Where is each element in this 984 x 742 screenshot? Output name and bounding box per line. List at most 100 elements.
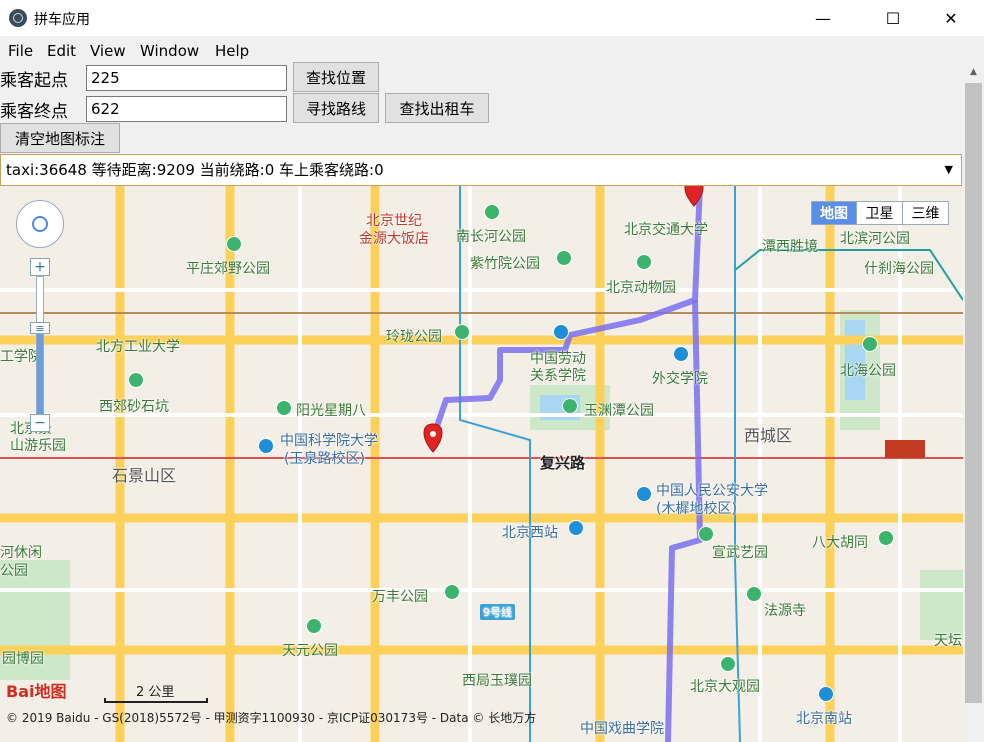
map-label: 关系学院	[530, 368, 586, 384]
start-pin	[423, 423, 443, 453]
map-label: 南长河公园	[456, 229, 526, 245]
map-type-map[interactable]: 地图	[811, 201, 857, 225]
map-label: 中国人民公安大学	[656, 483, 768, 499]
map-label: 西局玉璞园	[462, 673, 532, 689]
taxi-select[interactable]: taxi:36648 等待距离:9209 当前绕路:0 车上乘客绕路:0 ▼	[0, 154, 962, 186]
map-label: 北京南站	[796, 711, 852, 727]
map-copyright: © 2019 Baidu - GS(2018)5572号 - 甲测资字11009…	[6, 711, 537, 725]
map-label: 石景山区	[112, 466, 177, 485]
start-label: 乘客起点	[0, 71, 68, 91]
scale-bar	[104, 698, 208, 703]
map-label: 北京西站	[502, 525, 558, 541]
minimize-button[interactable]: —	[800, 0, 846, 36]
poi-icon	[226, 236, 242, 252]
map-label: 万丰公园	[372, 589, 428, 605]
title-bar: 拼车应用 — ☐ ✕	[0, 0, 984, 36]
poi-icon	[562, 398, 578, 414]
poi-icon	[720, 656, 736, 672]
poi-icon	[484, 204, 500, 220]
end-label: 乘客终点	[0, 102, 68, 122]
menu-view[interactable]: View	[90, 42, 126, 60]
map-label: 园博园	[2, 651, 44, 667]
map-label: 天元公园	[282, 643, 338, 659]
map-label: (玉泉路校区)	[284, 451, 365, 467]
menu-edit[interactable]: Edit	[47, 42, 76, 60]
poi-icon	[636, 486, 652, 502]
start-input[interactable]: 225	[86, 65, 287, 91]
map-label: 9号线	[480, 604, 515, 620]
map-label: 宣武艺园	[712, 545, 768, 561]
poi-icon	[746, 586, 762, 602]
map-label: 北京交通大学	[624, 222, 708, 238]
scroll-thumb[interactable]	[965, 83, 982, 703]
map-label: 中国戏曲学院	[580, 721, 664, 737]
map-label: 玉渊潭公园	[584, 403, 654, 419]
find-taxi-button[interactable]: 查找出租车	[385, 93, 489, 123]
map-type-satellite[interactable]: 卫星	[856, 201, 903, 225]
map-label: 天坛	[934, 633, 962, 649]
poi-icon	[862, 336, 878, 352]
poi-icon	[258, 438, 274, 454]
poi-icon	[553, 324, 569, 340]
menu-file[interactable]: File	[8, 42, 33, 60]
map-type-3d[interactable]: 三维	[902, 201, 949, 225]
poi-icon	[568, 520, 584, 536]
map-label: 北方工业大学	[96, 339, 180, 355]
end-input[interactable]: 622	[86, 96, 287, 122]
maximize-button[interactable]: ☐	[870, 0, 916, 36]
map-label: 河休闲	[0, 545, 42, 561]
map-label: 外交学院	[652, 371, 708, 387]
clear-markers-button[interactable]: 清空地图标注	[0, 123, 120, 153]
map-label: 北京动物园	[606, 280, 676, 296]
map-label: 阳光星期八	[296, 403, 366, 419]
map-label: 公园	[0, 563, 28, 579]
map-label: 中国科学院大学	[280, 433, 378, 449]
map-label: 八大胡同	[812, 535, 868, 551]
poi-icon	[276, 400, 292, 416]
zoom-handle[interactable]: ≡	[30, 322, 50, 335]
poi-icon	[556, 250, 572, 266]
vertical-scrollbar[interactable]: ▲	[963, 63, 984, 742]
find-route-button[interactable]: 寻找路线	[293, 93, 379, 123]
poi-icon	[673, 346, 689, 362]
map-label: 北海公园	[840, 363, 896, 379]
zoom-in-button[interactable]: +	[30, 258, 50, 276]
poi-icon	[698, 526, 714, 542]
map-label: 法源寺	[764, 603, 806, 619]
map-label: 什刹海公园	[864, 261, 934, 277]
map-label: 北京大观园	[690, 679, 760, 695]
palace-icon	[885, 440, 925, 458]
poi-icon	[818, 686, 834, 702]
map-label: 山游乐园	[10, 438, 66, 454]
poi-icon	[444, 584, 460, 600]
map-label: 潭西胜境	[762, 239, 818, 255]
map-label: 紫竹院公园	[470, 256, 540, 272]
poi-icon	[128, 372, 144, 388]
zoom-out-button[interactable]: −	[30, 414, 50, 432]
map-label: (木樨地校区)	[656, 501, 737, 517]
map-label: 西郊砂石坑	[99, 399, 169, 415]
map-label: 复兴路	[540, 454, 586, 472]
zoom-level-fill	[37, 332, 43, 416]
chevron-down-icon: ▼	[944, 163, 953, 176]
menu-help[interactable]: Help	[215, 42, 249, 60]
map-label: 玲珑公园	[386, 329, 442, 345]
poi-icon	[454, 324, 470, 340]
menu-bar: File Edit View Window Help	[0, 37, 984, 63]
pan-control[interactable]	[16, 200, 64, 248]
taxi-select-value: taxi:36648 等待距离:9209 当前绕路:0 车上乘客绕路:0	[6, 161, 384, 179]
menu-window[interactable]: Window	[140, 42, 199, 60]
scroll-up-icon[interactable]: ▲	[963, 63, 984, 81]
map-label: 平庄郊野公园	[186, 261, 270, 277]
poi-icon	[878, 530, 894, 546]
poi-icon	[636, 254, 652, 270]
find-location-button[interactable]: 查找位置	[293, 62, 379, 92]
map-label: 北滨河公园	[840, 231, 910, 247]
close-button[interactable]: ✕	[928, 0, 974, 36]
window-title: 拼车应用	[34, 12, 90, 28]
app-icon	[9, 9, 27, 27]
map-label: 西城区	[744, 426, 793, 445]
map-label: 金源大饭店	[359, 231, 429, 247]
poi-icon	[306, 618, 322, 634]
map-view[interactable]: 北京世纪 金源大饭店 南长河公园 北京交通大学 潭西胜境 北滨河公园 平庄郊野公…	[0, 186, 963, 742]
